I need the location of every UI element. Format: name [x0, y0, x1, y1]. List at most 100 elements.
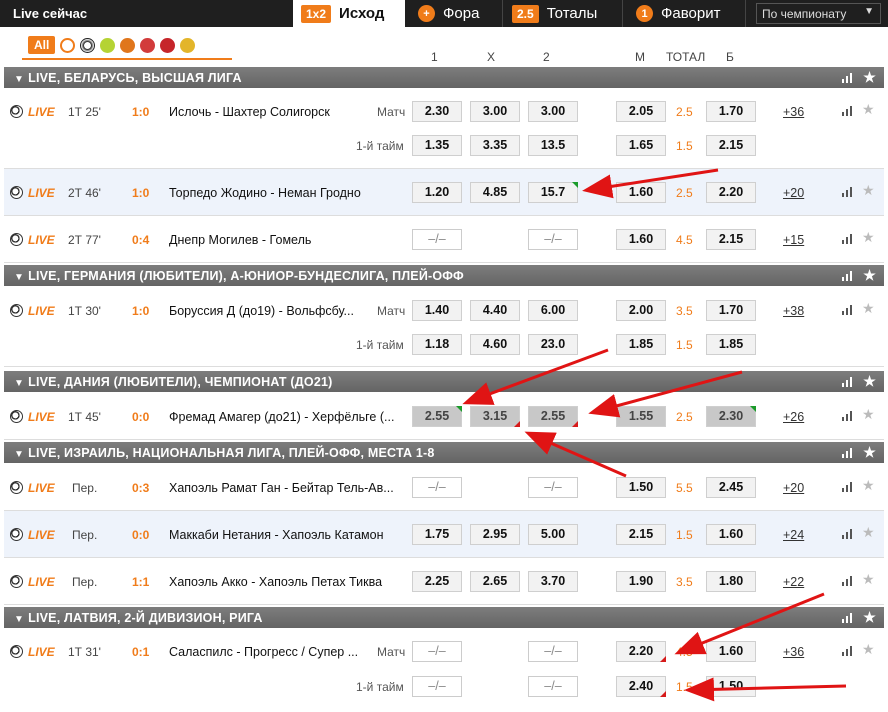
match-teams[interactable]: Фремад Амагер (до21) - Херфёльге (...: [169, 410, 394, 424]
boxing-icon[interactable]: [160, 37, 176, 53]
filter-all-button[interactable]: All: [28, 36, 56, 54]
championship-select[interactable]: По чемпионату ▼: [756, 3, 881, 24]
star-icon[interactable]: ★: [863, 267, 876, 284]
league-header[interactable]: ▼ LIVE, БЕЛАРУСЬ, ВЫСШАЯ ЛИГА ★: [4, 67, 884, 88]
star-icon[interactable]: ★: [862, 641, 875, 658]
odd-2-half[interactable]: 23.0: [528, 334, 578, 355]
star-icon[interactable]: ★: [862, 101, 875, 118]
odd-x[interactable]: 2.95: [470, 524, 520, 545]
tab-outcome[interactable]: 1x2 Исход: [293, 0, 405, 27]
odd-over-half[interactable]: 1.85: [706, 334, 756, 355]
tab-totals[interactable]: 2.5 Тоталы: [512, 0, 597, 27]
stats-icon[interactable]: [842, 72, 852, 86]
star-icon[interactable]: ★: [862, 571, 875, 588]
star-icon[interactable]: ★: [863, 609, 876, 626]
odd-under-half[interactable]: 2.40: [616, 676, 666, 697]
odd-over[interactable]: 1.70: [706, 101, 756, 122]
more-markets-link[interactable]: +20: [783, 186, 804, 200]
match-teams[interactable]: Маккаби Нетания - Хапоэль Катамон: [169, 528, 383, 542]
more-markets-link[interactable]: +20: [783, 481, 804, 495]
tennis-icon[interactable]: [100, 37, 116, 53]
stats-icon[interactable]: [842, 481, 852, 495]
odd-over[interactable]: 1.70: [706, 300, 756, 321]
more-markets-link[interactable]: +24: [783, 528, 804, 542]
star-icon[interactable]: ★: [862, 300, 875, 317]
star-icon[interactable]: ★: [863, 444, 876, 461]
match-teams[interactable]: Саласпилс - Прогресс / Супер ...: [169, 645, 358, 659]
odd-x[interactable]: 2.65: [470, 571, 520, 592]
match-teams[interactable]: Хапоэль Рамат Ган - Бейтар Тель-Ав...: [169, 481, 394, 495]
odd-2[interactable]: 6.00: [528, 300, 578, 321]
odd-over-half[interactable]: 1.50: [706, 676, 756, 697]
odd-2[interactable]: 3.00: [528, 101, 578, 122]
odd-under[interactable]: 2.20: [616, 641, 666, 662]
league-header[interactable]: ▼ LIVE, ДАНИЯ (ЛЮБИТЕЛИ), ЧЕМПИОНАТ (ДО21…: [4, 371, 884, 392]
odd-under[interactable]: 2.05: [616, 101, 666, 122]
odd-under[interactable]: 1.60: [616, 229, 666, 250]
odd-1[interactable]: 1.20: [412, 182, 462, 203]
star-icon[interactable]: ★: [862, 182, 875, 199]
odd-2[interactable]: 15.7: [528, 182, 578, 203]
more-markets-link[interactable]: +38: [783, 304, 804, 318]
match-teams[interactable]: Боруссия Д (до19) - Вольфсбу...: [169, 304, 354, 318]
star-icon[interactable]: ★: [862, 229, 875, 246]
odd-over-half[interactable]: 2.15: [706, 135, 756, 156]
stats-icon[interactable]: [842, 233, 852, 247]
star-icon[interactable]: ★: [862, 524, 875, 541]
odd-x-half[interactable]: 3.35: [470, 135, 520, 156]
stats-icon[interactable]: [842, 105, 852, 119]
odd-2[interactable]: 3.70: [528, 571, 578, 592]
match-teams[interactable]: Торпедо Жодино - Неман Гродно: [169, 186, 361, 200]
stats-icon[interactable]: [842, 270, 852, 284]
odd-1[interactable]: 2.25: [412, 571, 462, 592]
odd-over[interactable]: 1.80: [706, 571, 756, 592]
odd-2-half[interactable]: 13.5: [528, 135, 578, 156]
odd-over[interactable]: 2.20: [706, 182, 756, 203]
stats-icon[interactable]: [842, 528, 852, 542]
tab-favorite[interactable]: 1 Фаворит: [636, 0, 720, 27]
hockey-icon[interactable]: [140, 37, 156, 53]
star-icon[interactable]: ★: [863, 69, 876, 86]
odd-under[interactable]: 2.15: [616, 524, 666, 545]
odd-1[interactable]: 2.30: [412, 101, 462, 122]
more-markets-link[interactable]: +26: [783, 410, 804, 424]
odd-1-half[interactable]: 1.35: [412, 135, 462, 156]
volleyball-icon[interactable]: [180, 37, 196, 53]
odd-under[interactable]: 1.90: [616, 571, 666, 592]
odd-under[interactable]: 1.60: [616, 182, 666, 203]
odd-1[interactable]: 1.75: [412, 524, 462, 545]
odd-x[interactable]: 4.40: [470, 300, 520, 321]
odd-over[interactable]: 1.60: [706, 524, 756, 545]
odd-1[interactable]: 2.55: [412, 406, 462, 427]
stats-icon[interactable]: [842, 575, 852, 589]
stats-icon[interactable]: [842, 612, 852, 626]
odd-under[interactable]: 1.55: [616, 406, 666, 427]
league-header[interactable]: ▼ LIVE, ГЕРМАНИЯ (ЛЮБИТЕЛИ), А-ЮНИОР-БУНД…: [4, 265, 884, 286]
odd-1-half[interactable]: 1.18: [412, 334, 462, 355]
stats-icon[interactable]: [842, 186, 852, 200]
odd-under[interactable]: 2.00: [616, 300, 666, 321]
stats-icon[interactable]: [842, 410, 852, 424]
league-header[interactable]: ▼ LIVE, ИЗРАИЛЬ, НАЦИОНАЛЬНАЯ ЛИГА, ПЛЕЙ-…: [4, 442, 884, 463]
tab-handicap[interactable]: + Фора: [418, 0, 479, 27]
stats-icon[interactable]: [842, 304, 852, 318]
odd-x[interactable]: 4.85: [470, 182, 520, 203]
play-icon[interactable]: [60, 37, 76, 53]
more-markets-link[interactable]: +36: [783, 645, 804, 659]
match-teams[interactable]: Хапоэль Акко - Хапоэль Петах Тиква: [169, 575, 382, 589]
league-header[interactable]: ▼ LIVE, ЛАТВИЯ, 2-Й ДИВИЗИОН, РИГА ★: [4, 607, 884, 628]
odd-under[interactable]: 1.50: [616, 477, 666, 498]
basketball-icon[interactable]: [120, 37, 136, 53]
odd-x-half[interactable]: 4.60: [470, 334, 520, 355]
odd-over[interactable]: 1.60: [706, 641, 756, 662]
star-icon[interactable]: ★: [862, 406, 875, 423]
soccer-icon[interactable]: [80, 37, 96, 53]
odd-1[interactable]: 1.40: [412, 300, 462, 321]
match-teams[interactable]: Ислочь - Шахтер Солигорск: [169, 105, 330, 119]
odd-under-half[interactable]: 1.85: [616, 334, 666, 355]
odd-2[interactable]: 5.00: [528, 524, 578, 545]
odd-under-half[interactable]: 1.65: [616, 135, 666, 156]
more-markets-link[interactable]: +36: [783, 105, 804, 119]
star-icon[interactable]: ★: [863, 373, 876, 390]
odd-over[interactable]: 2.45: [706, 477, 756, 498]
